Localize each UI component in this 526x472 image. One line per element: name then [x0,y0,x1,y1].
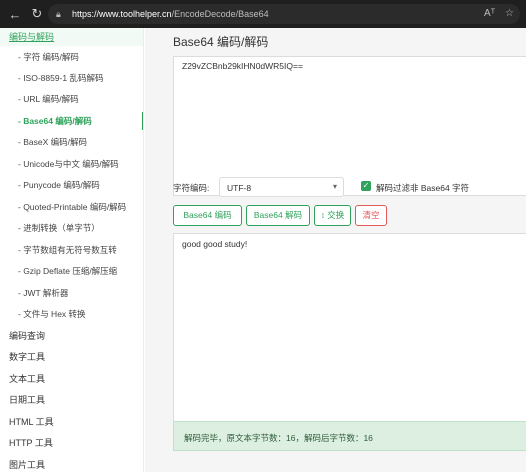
swap-button[interactable]: ↕ 交换 [314,205,351,226]
url-text: https://www.toolhelper.cn/EncodeDecode/B… [72,9,269,19]
encoded-textarea[interactable]: Z29vZCBnb29kIHN0dWR5IQ== [173,56,526,196]
main-content: Base64 编码/解码 Z29vZCBnb29kIHN0dWR5IQ== 字符… [145,28,526,472]
decoded-textarea[interactable]: good good study! [173,233,526,445]
sidebar-item-char-encode[interactable]: - 字符 编码/解码 [0,48,143,66]
sidebar-item-base64[interactable]: - Base64 编码/解码 [0,112,143,130]
sidebar-category-number-tools[interactable]: 数字工具 [0,348,143,366]
lock-icon: 🔒︎ [56,8,61,19]
sidebar-item-byte-array[interactable]: - 字节数组有无符号数互转 [0,241,143,259]
base64-encode-button[interactable]: Base64 编码 [173,205,242,226]
status-text: 解码完毕，原文本字节数：16，解码后字节数：16 [184,433,373,443]
status-message: 解码完毕，原文本字节数：16，解码后字节数：16 [173,421,526,451]
sidebar-item-radix[interactable]: - 进制转换（单字节） [0,219,143,237]
encoding-label: 字符编码: [173,183,210,193]
sidebar-category-html-tools[interactable]: HTML 工具 [0,413,143,431]
active-indicator [142,112,143,130]
sidebar-item-unicode[interactable]: - Unicode与中文 编码/解码 [0,155,143,173]
sidebar: 编码与解码 - 字符 编码/解码 - ISO-8859-1 乱码解码 - URL… [0,28,144,472]
reader-mode-icon[interactable]: Aᵀ [484,8,495,19]
sidebar-item-quoted-printable[interactable]: - Quoted-Printable 编码/解码 [0,198,143,216]
back-icon[interactable]: ← [4,3,26,25]
filter-checkbox-label: 解码过滤非 Base64 字符 [376,183,470,193]
sidebar-category-encoding-lookup[interactable]: 编码查询 [0,327,143,345]
favorite-star-icon[interactable]: ☆ [505,8,514,19]
sidebar-item-jwt[interactable]: - JWT 解析器 [0,284,143,302]
browser-toolbar: ← ↻ 🔒︎ https://www.toolhelper.cn/EncodeD… [0,0,526,28]
encoding-select[interactable]: UTF-8 ▾ [219,177,344,197]
sidebar-category-image-tools[interactable]: 图片工具 [0,456,143,472]
decoded-text: good good study! [182,239,248,249]
sidebar-item-punycode[interactable]: - Punycode 编码/解码 [0,176,143,194]
encoded-text: Z29vZCBnb29kIHN0dWR5IQ== [182,61,303,71]
sidebar-item-url[interactable]: - URL 编码/解码 [0,90,143,108]
address-bar[interactable]: 🔒︎ https://www.toolhelper.cn/EncodeDecod… [48,4,520,24]
filter-checkbox[interactable]: ✓ [361,181,371,191]
sidebar-category-encode-decode[interactable]: 编码与解码 [0,28,143,46]
reload-icon[interactable]: ↻ [26,3,48,25]
sidebar-item-gzip[interactable]: - Gzip Deflate 压缩/解压缩 [0,262,143,280]
clear-button[interactable]: 清空 [355,205,387,226]
sidebar-item-base64-label: - Base64 编码/解码 [18,116,92,126]
sidebar-item-file-hex[interactable]: - 文件与 Hex 转换 [0,305,143,323]
base64-decode-button[interactable]: Base64 解码 [246,205,310,226]
sidebar-category-http-tools[interactable]: HTTP 工具 [0,434,143,452]
sidebar-item-iso-8859-1[interactable]: - ISO-8859-1 乱码解码 [0,69,143,87]
chevron-down-icon: ▾ [332,182,337,191]
sidebar-category-date-tools[interactable]: 日期工具 [0,391,143,409]
page-title: Base64 编码/解码 [173,35,269,49]
encoding-select-value: UTF-8 [227,183,252,193]
sidebar-item-basex[interactable]: - BaseX 编码/解码 [0,133,143,151]
sidebar-category-text-tools[interactable]: 文本工具 [0,370,143,388]
